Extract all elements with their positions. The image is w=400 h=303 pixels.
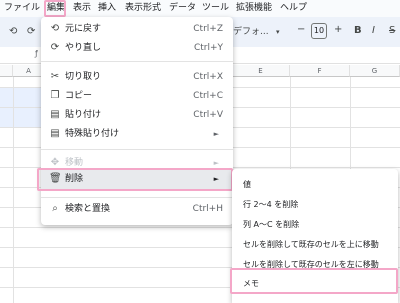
redo-icon[interactable]: ⟳: [27, 25, 35, 39]
menu-divider: [41, 197, 233, 198]
font-selector[interactable]: デフォ...: [233, 24, 269, 37]
delete-submenu: 値 行 2〜4 を削除 列 A〜C を削除 セルを削除して既存のセルを上に移動 …: [230, 169, 398, 303]
menu-item-cut[interactable]: ✂ 切り取り Ctrl+X: [41, 67, 233, 87]
menu-help[interactable]: ヘルプ: [280, 0, 307, 17]
undo-icon: ⟲: [50, 23, 60, 34]
menu-data[interactable]: データ: [169, 0, 196, 17]
col-header-f[interactable]: F: [290, 65, 350, 77]
menu-tools[interactable]: ツール: [202, 0, 229, 17]
fx-icon: ƒ: [35, 49, 38, 58]
italic-button[interactable]: I: [372, 24, 375, 38]
menu-item-redo[interactable]: ⟳ やり直し Ctrl+Y: [41, 38, 233, 58]
menu-bar: ファイル 編集 表示 挿入 表示形式 データ ツール 拡張機能 ヘルプ: [0, 0, 400, 17]
edit-menu-highlight: [44, 0, 66, 17]
menu-item-paste-special[interactable]: ▤ 特殊貼り付け ►: [41, 124, 233, 144]
menu-item-find-replace[interactable]: ⌕ 検索と置換 Ctrl+H: [41, 199, 233, 219]
submenu-delete-rows[interactable]: 行 2〜4 を削除: [232, 195, 398, 215]
font-size-input[interactable]: 10: [311, 23, 327, 39]
bold-button[interactable]: B: [354, 24, 362, 38]
notes-item-highlight: [230, 268, 398, 294]
copy-icon: ❐: [50, 90, 60, 101]
scissors-icon: ✂: [50, 71, 60, 82]
submenu-delete-values[interactable]: 値: [232, 175, 398, 195]
col-header-g[interactable]: G: [350, 65, 400, 77]
redo-icon: ⟳: [50, 42, 60, 53]
menu-file[interactable]: ファイル: [4, 0, 40, 17]
menu-item-copy[interactable]: ❐ コピー Ctrl+C: [41, 86, 233, 106]
col-header-e[interactable]: E: [232, 65, 290, 77]
menu-divider: [41, 149, 233, 150]
submenu-delete-columns[interactable]: 列 A〜C を削除: [232, 215, 398, 235]
menu-view[interactable]: 表示: [73, 0, 91, 17]
menu-insert[interactable]: 挿入: [98, 0, 116, 17]
menu-item-undo[interactable]: ⟲ 元に戻す Ctrl+Z: [41, 19, 233, 39]
edit-menu: ⟲ 元に戻す Ctrl+Z ⟳ やり直し Ctrl+Y ✂ 切り取り Ctrl+…: [37, 17, 233, 225]
undo-icon[interactable]: ⟲: [9, 25, 17, 39]
paste-icon: ▤: [50, 109, 60, 120]
find-replace-icon: ⌕: [52, 203, 58, 214]
font-size-decrease[interactable]: −: [297, 23, 305, 37]
strikethrough-button[interactable]: S: [389, 24, 395, 38]
font-size-increase[interactable]: +: [334, 23, 342, 37]
corner-header[interactable]: [0, 65, 13, 77]
menu-format[interactable]: 表示形式: [125, 0, 161, 17]
delete-item-highlight: [37, 168, 233, 191]
paste-special-icon: ▤: [50, 128, 60, 139]
font-dropdown-icon[interactable]: ▾: [276, 25, 280, 39]
submenu-shift-up[interactable]: セルを削除して既存のセルを上に移動: [232, 235, 398, 255]
menu-item-paste[interactable]: ▤ 貼り付け Ctrl+V: [41, 105, 233, 125]
menu-divider: [41, 61, 233, 62]
menu-extensions[interactable]: 拡張機能: [236, 0, 272, 17]
